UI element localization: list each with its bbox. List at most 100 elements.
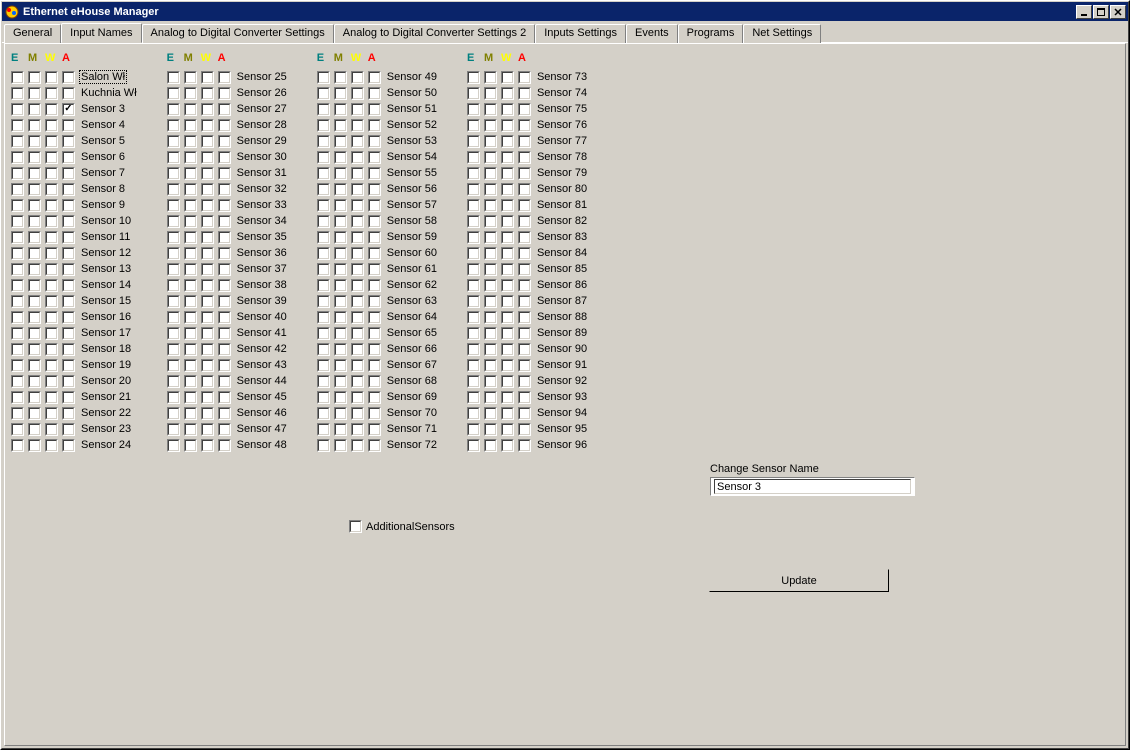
checkbox-m[interactable] — [28, 439, 41, 452]
sensor-label[interactable]: Sensor 74 — [535, 87, 587, 99]
checkbox-m[interactable] — [28, 167, 41, 180]
maximize-button[interactable] — [1093, 5, 1109, 19]
checkbox-e[interactable] — [467, 215, 480, 228]
checkbox-a[interactable] — [518, 215, 531, 228]
checkbox-m[interactable] — [334, 423, 347, 436]
checkbox-e[interactable] — [317, 71, 330, 84]
sensor-label[interactable]: Sensor 59 — [385, 231, 437, 243]
sensor-label[interactable]: Sensor 28 — [235, 119, 287, 131]
checkbox-e[interactable] — [167, 87, 180, 100]
checkbox-a[interactable] — [218, 407, 231, 420]
checkbox-e[interactable] — [167, 375, 180, 388]
checkbox-w[interactable] — [351, 199, 364, 212]
sensor-label[interactable]: Sensor 36 — [235, 247, 287, 259]
checkbox-m[interactable] — [184, 215, 197, 228]
checkbox-a[interactable] — [518, 167, 531, 180]
checkbox-m[interactable] — [334, 295, 347, 308]
checkbox-m[interactable] — [28, 119, 41, 132]
checkbox-e[interactable] — [167, 423, 180, 436]
checkbox-e[interactable] — [467, 359, 480, 372]
checkbox-e[interactable] — [167, 343, 180, 356]
sensor-label[interactable]: Sensor 32 — [235, 183, 287, 195]
checkbox-m[interactable] — [334, 263, 347, 276]
checkbox-a[interactable] — [518, 119, 531, 132]
checkbox-w[interactable] — [201, 183, 214, 196]
checkbox-a[interactable] — [218, 311, 231, 324]
checkbox-e[interactable] — [167, 279, 180, 292]
checkbox-m[interactable] — [484, 279, 497, 292]
checkbox-m[interactable] — [184, 407, 197, 420]
sensor-label[interactable]: Sensor 96 — [535, 439, 587, 451]
checkbox-a[interactable] — [218, 247, 231, 260]
checkbox-a[interactable] — [218, 87, 231, 100]
checkbox-e[interactable] — [11, 423, 24, 436]
checkbox-w[interactable] — [201, 135, 214, 148]
checkbox-w[interactable] — [201, 391, 214, 404]
checkbox-a[interactable] — [218, 295, 231, 308]
sensor-label[interactable]: Sensor 92 — [535, 375, 587, 387]
checkbox-w[interactable] — [201, 343, 214, 356]
checkbox-e[interactable] — [467, 87, 480, 100]
checkbox-a[interactable] — [62, 231, 75, 244]
sensor-label[interactable]: Sensor 56 — [385, 183, 437, 195]
checkbox-e[interactable] — [11, 279, 24, 292]
checkbox-a[interactable] — [368, 343, 381, 356]
checkbox-e[interactable] — [317, 119, 330, 132]
sensor-label[interactable]: Sensor 26 — [235, 87, 287, 99]
checkbox-a[interactable] — [218, 327, 231, 340]
sensor-label[interactable]: Sensor 51 — [385, 103, 437, 115]
checkbox-w[interactable] — [351, 279, 364, 292]
tab-events[interactable]: Events — [626, 24, 678, 43]
checkbox-m[interactable] — [334, 183, 347, 196]
checkbox-e[interactable] — [467, 119, 480, 132]
checkbox-m[interactable] — [184, 199, 197, 212]
checkbox-w[interactable] — [201, 119, 214, 132]
sensor-label[interactable]: Sensor 50 — [385, 87, 437, 99]
sensor-label[interactable]: Sensor 62 — [385, 279, 437, 291]
checkbox-m[interactable] — [184, 247, 197, 260]
checkbox-w[interactable] — [351, 343, 364, 356]
checkbox-a[interactable] — [62, 183, 75, 196]
tab-net-settings[interactable]: Net Settings — [743, 24, 821, 43]
checkbox-a[interactable] — [218, 391, 231, 404]
checkbox-e[interactable] — [467, 103, 480, 116]
sensor-label[interactable]: Sensor 23 — [79, 423, 131, 435]
checkbox-w[interactable] — [201, 375, 214, 388]
sensor-label[interactable]: Sensor 65 — [385, 327, 437, 339]
checkbox-a[interactable] — [62, 167, 75, 180]
checkbox-w[interactable] — [501, 439, 514, 452]
checkbox-a[interactable] — [518, 87, 531, 100]
checkbox-w[interactable] — [501, 295, 514, 308]
checkbox-w[interactable] — [201, 279, 214, 292]
checkbox-w[interactable] — [45, 327, 58, 340]
sensor-label[interactable]: Sensor 47 — [235, 423, 287, 435]
checkbox-w[interactable] — [201, 263, 214, 276]
checkbox-m[interactable] — [334, 343, 347, 356]
sensor-label[interactable]: Sensor 18 — [79, 343, 131, 355]
checkbox-w[interactable] — [201, 199, 214, 212]
sensor-label[interactable]: Sensor 91 — [535, 359, 587, 371]
sensor-label[interactable]: Sensor 88 — [535, 311, 587, 323]
checkbox-w[interactable] — [351, 375, 364, 388]
checkbox-e[interactable] — [167, 135, 180, 148]
checkbox-w[interactable] — [45, 279, 58, 292]
close-button[interactable] — [1110, 5, 1126, 19]
sensor-label[interactable]: Sensor 80 — [535, 183, 587, 195]
checkbox-m[interactable] — [484, 311, 497, 324]
checkbox-e[interactable] — [167, 151, 180, 164]
checkbox-w[interactable] — [45, 439, 58, 452]
tab-analog-to-digital-converter-settings-2[interactable]: Analog to Digital Converter Settings 2 — [334, 24, 535, 43]
checkbox-w[interactable] — [501, 135, 514, 148]
checkbox-a[interactable] — [518, 151, 531, 164]
checkbox-a[interactable] — [518, 343, 531, 356]
checkbox-a[interactable] — [518, 279, 531, 292]
checkbox-w[interactable] — [351, 87, 364, 100]
checkbox-m[interactable] — [334, 167, 347, 180]
sensor-label[interactable]: Sensor 82 — [535, 215, 587, 227]
checkbox-e[interactable] — [317, 247, 330, 260]
checkbox-a[interactable] — [218, 103, 231, 116]
checkbox-e[interactable] — [317, 391, 330, 404]
checkbox-w[interactable] — [501, 375, 514, 388]
sensor-label[interactable]: Sensor 25 — [235, 71, 287, 83]
checkbox-w[interactable] — [351, 263, 364, 276]
